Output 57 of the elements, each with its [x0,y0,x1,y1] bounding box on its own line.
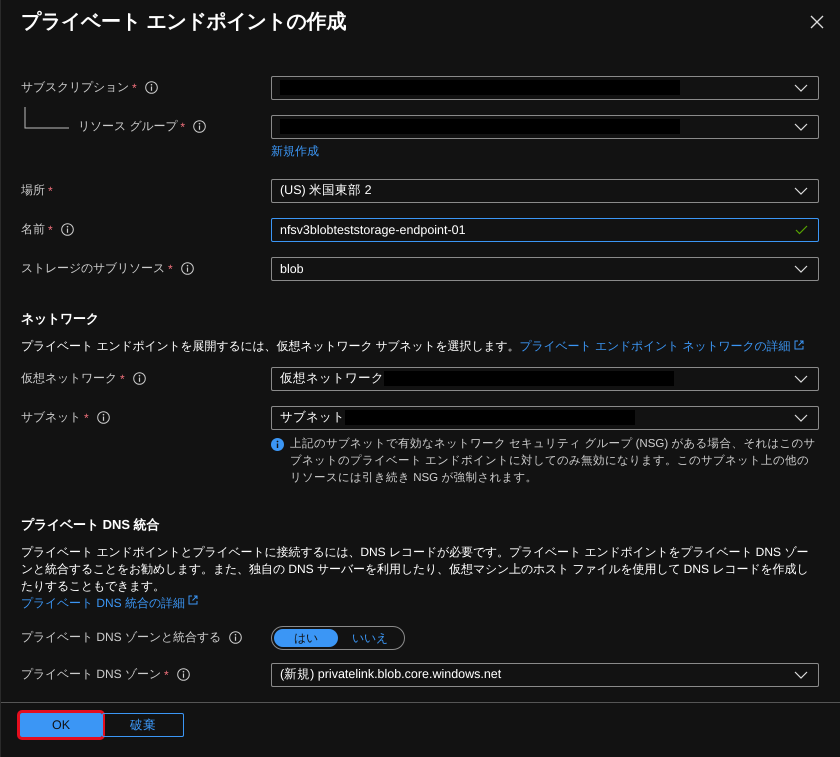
info-icon[interactable] [193,120,206,134]
info-icon[interactable] [180,262,194,276]
dropdown[interactable]: blob [271,256,819,281]
info-note: 上記のサブネットで有効なネットワーク セキュリティ グループ (NSG) がある場合、それはこのサブネットのプライベート エンドポイントに対してのみ無効になります。このサブネット上の他のリソースには引き続き NSG が強制されます。 [290,436,816,486]
toggle-option[interactable]: はい [274,628,338,647]
field-label: 場所 [21,182,45,200]
input-field[interactable]: nfsv3blobteststorage-endpoint-01 [271,218,819,242]
learn-more-link[interactable]: プライベート DNS 統合の詳細 [21,594,198,612]
external-link-icon [188,594,198,605]
info-icon[interactable] [60,223,74,236]
required-mark: * [168,262,173,276]
field-label: 名前 [21,221,45,238]
info-icon[interactable] [229,631,242,644]
section-description: プライベート エンドポイントとプライベートに接続するには、DNS レコードが必要です。プライベート エンドポイントをプライベート DNS ゾーンと統合することをお勧めします。また、独自の DNS サーバーを利用したり、仮想マシン上のホスト ファイルを使用して DNS レコードを作成したりすることもできます。 [21,544,810,595]
create-new-link[interactable]: 新規作成 [271,142,319,160]
close-icon[interactable] [808,12,826,31]
info-icon[interactable] [144,81,158,94]
ok-button[interactable]: OK [20,713,102,738]
field-label: サブスクリプション [21,79,129,96]
required-mark: * [48,184,53,198]
required-mark: * [84,410,89,425]
field-label: プライベート DNS ゾーンと統合する [21,629,222,646]
dropdown[interactable]: (新規) privatelink.blob.core.windows.net [271,662,819,687]
field-label: プライベート DNS ゾーン [21,666,162,684]
external-link-icon [794,340,804,350]
dialog-title: プライベート エンドポイントの作成 [21,10,347,36]
section-heading: プライベート DNS 統合 [21,516,161,534]
chevron-down-icon [794,186,808,195]
chevron-down-icon [794,374,808,383]
field-label: ストレージのサブリソース [21,260,165,278]
required-mark: * [180,120,186,134]
chevron-down-icon [794,122,808,131]
dropdown[interactable] [271,76,819,100]
required-mark: * [164,668,169,682]
field-label: 仮想ネットワーク [21,370,117,388]
discard-button[interactable]: 破棄 [102,713,184,738]
dropdown[interactable] [271,114,819,139]
chevron-down-icon [794,414,808,422]
required-mark: * [120,372,125,386]
chevron-down-icon [794,264,808,273]
section-heading: ネットワーク [21,310,100,328]
section-description: プライベート エンドポイントを展開するには、仮想ネットワーク サブネットを選択します。プライベート エンドポイント ネットワークの詳細 [21,338,819,355]
info-icon[interactable] [132,372,146,386]
required-mark: * [48,222,53,237]
dropdown[interactable]: (US) 米国東部 2 [271,178,819,203]
chevron-down-icon [794,670,808,679]
info-icon [271,438,284,451]
field-label: サブネット [21,409,81,426]
dropdown[interactable]: 仮想ネットワーク [271,366,819,391]
field-label: リソース グループ [78,118,178,136]
required-mark: * [132,80,137,95]
dropdown[interactable]: サブネット [271,406,819,430]
info-icon[interactable] [176,668,190,682]
info-icon[interactable] [96,411,110,424]
chevron-down-icon [794,84,808,92]
toggle-option[interactable]: いいえ [338,628,402,647]
learn-more-link[interactable]: プライベート エンドポイント ネットワークの詳細 [520,338,804,353]
